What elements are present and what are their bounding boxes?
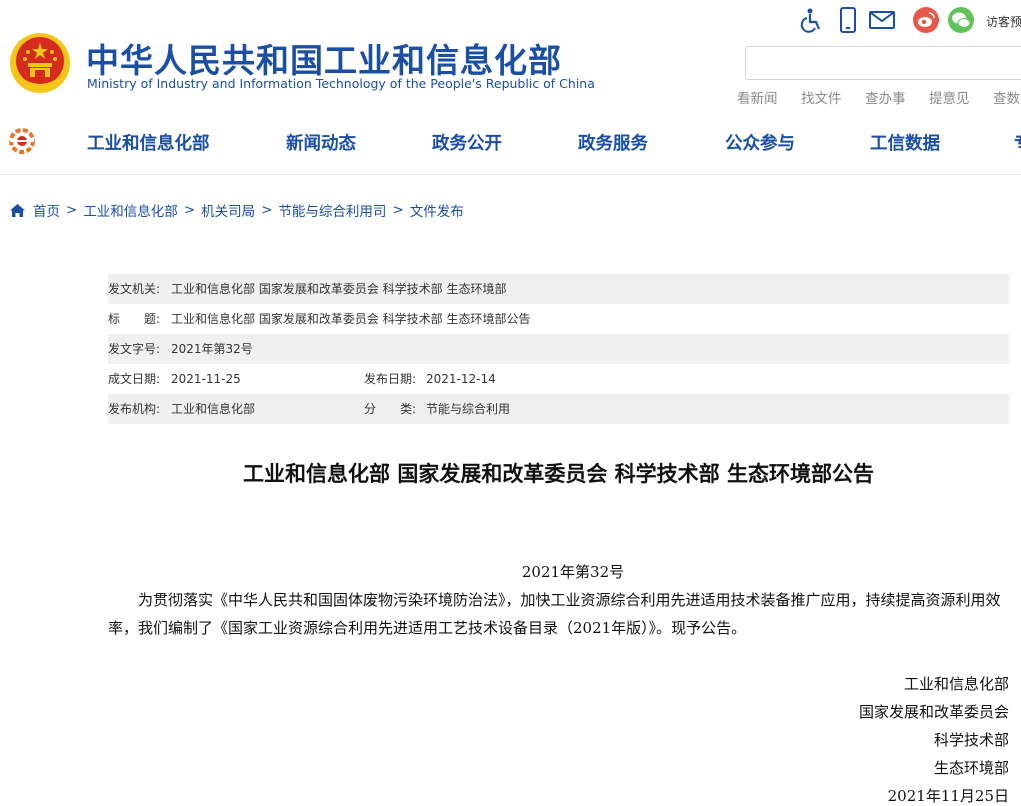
breadcrumb-separator: > xyxy=(261,202,273,218)
main-nav: 工业和信息化部 新闻动态 政务公开 政务服务 公众参与 工信数据 专 xyxy=(0,116,1021,175)
info-value: 节能与综合利用 xyxy=(426,402,511,416)
signature-line: 国家发展和改革委员会 xyxy=(858,703,1009,721)
visitor-link[interactable]: 访客预 xyxy=(986,13,1021,30)
document-body: 为贯彻落实《中华人民共和国固体废物污染环境防治法》，加快工业资源综合利用先进适用… xyxy=(108,591,1001,637)
signature-line: 科学技术部 xyxy=(933,731,1009,749)
breadcrumb: 首页 > 工业和信息化部 > 机关司局 > 节能与综合利用司 > 文件发布 xyxy=(9,200,464,220)
quick-link-news[interactable]: 看新闻 xyxy=(737,87,778,107)
signature-line: 工业和信息化部 xyxy=(903,675,1009,693)
nav-item-data[interactable]: 工信数据 xyxy=(870,130,940,155)
quick-link-services[interactable]: 查办事 xyxy=(865,87,906,107)
breadcrumb-separator: > xyxy=(392,202,404,218)
info-row-dates: 成文日期: 2021-11-25 发布日期: 2021-12-14 xyxy=(108,364,1009,394)
accessibility-icon[interactable] xyxy=(798,6,826,34)
document-title: 工业和信息化部 国家发展和改革委员会 科学技术部 生态环境部公告 xyxy=(243,462,874,486)
info-label: 发文机关: xyxy=(108,282,161,296)
breadcrumb-separator: > xyxy=(183,202,196,218)
info-label: 发布机构: xyxy=(108,402,161,416)
quick-link-feedback[interactable]: 提意见 xyxy=(929,87,970,107)
national-emblem-icon[interactable] xyxy=(8,30,72,96)
signature-line: 生态环境部 xyxy=(933,759,1009,777)
info-value: 工业和信息化部 xyxy=(171,402,256,416)
info-value: 工业和信息化部 国家发展和改革委员会 科学技术部 生态环境部 xyxy=(171,282,507,296)
nav-item-news[interactable]: 新闻动态 xyxy=(286,130,356,155)
breadcrumb-file-release[interactable]: 文件发布 xyxy=(410,200,464,220)
info-label: 分 类: xyxy=(364,402,417,416)
info-row-org: 发布机构: 工业和信息化部 分 类: 节能与综合利用 xyxy=(108,394,1009,424)
mobile-icon[interactable] xyxy=(834,6,862,34)
site-header: 中华人民共和国工业和信息化部 Ministry of Industry and … xyxy=(0,0,1021,115)
info-row-title: 标 题: 工业和信息化部 国家发展和改革委员会 科学技术部 生态环境部公告 xyxy=(108,304,1009,334)
document-number: 2021年第32号 xyxy=(521,563,625,581)
search-input[interactable] xyxy=(745,46,1021,80)
info-value: 2021-11-25 xyxy=(171,372,241,386)
site-title[interactable]: 中华人民共和国工业和信息化部 xyxy=(86,34,562,82)
breadcrumb-separator: > xyxy=(66,202,78,218)
weibo-icon[interactable] xyxy=(912,6,940,34)
info-value: 工业和信息化部 国家发展和改革委员会 科学技术部 生态环境部公告 xyxy=(171,312,531,326)
wechat-icon[interactable] xyxy=(947,6,975,34)
info-row-issuer: 发文机关: 工业和信息化部 国家发展和改革委员会 科学技术部 生态环境部 xyxy=(108,274,1009,304)
nav-item-ministry[interactable]: 工业和信息化部 xyxy=(87,130,210,155)
site-subtitle: Ministry of Industry and Information Tec… xyxy=(87,76,595,91)
breadcrumb-energy-dept[interactable]: 节能与综合利用司 xyxy=(278,200,386,220)
document-date: 2021年11月25日 xyxy=(887,787,1009,805)
nav-item-participation[interactable]: 公众参与 xyxy=(725,130,795,155)
nav-item-more[interactable]: 专 xyxy=(1014,130,1021,155)
nav-item-open-government[interactable]: 政务公开 xyxy=(432,130,502,155)
info-label: 成文日期: xyxy=(108,372,161,386)
info-value: 2021-12-14 xyxy=(426,372,496,386)
info-label: 发文字号: xyxy=(108,342,161,356)
breadcrumb-home[interactable]: 首页 xyxy=(33,200,60,220)
info-row-docno: 发文字号: 2021年第32号 xyxy=(108,334,1009,364)
miit-logo-icon[interactable] xyxy=(6,126,38,156)
breadcrumb-departments[interactable]: 机关司局 xyxy=(201,200,255,220)
nav-item-services[interactable]: 政务服务 xyxy=(578,130,648,155)
quick-link-files[interactable]: 找文件 xyxy=(801,87,842,107)
info-value: 2021年第32号 xyxy=(171,342,253,356)
info-label: 发布日期: xyxy=(364,372,417,386)
quick-link-data[interactable]: 查数 xyxy=(993,87,1020,107)
mail-icon[interactable] xyxy=(868,6,896,34)
info-label: 标 题: xyxy=(108,312,161,326)
home-icon[interactable] xyxy=(9,203,26,218)
breadcrumb-ministry[interactable]: 工业和信息化部 xyxy=(83,200,178,220)
document-info-table: 发文机关: 工业和信息化部 国家发展和改革委员会 科学技术部 生态环境部 标 题… xyxy=(108,274,1009,424)
